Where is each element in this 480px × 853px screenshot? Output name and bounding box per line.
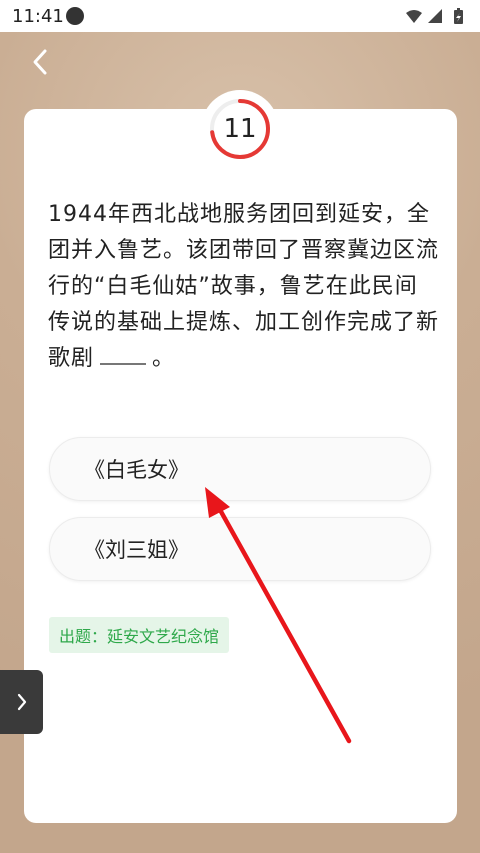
- battery-icon: [454, 8, 463, 24]
- answer-blank: [100, 341, 147, 365]
- answer-option-label: 《白毛女》: [84, 458, 189, 482]
- question-text-end: 。: [152, 346, 176, 371]
- question-source-tag: 出题：延安文艺纪念馆: [49, 617, 230, 653]
- side-panel-toggle[interactable]: [0, 670, 43, 734]
- countdown-timer: 11: [201, 90, 279, 168]
- signal-icon: [428, 9, 442, 23]
- chevron-right-icon: [17, 693, 26, 711]
- status-bar: 11:41: [0, 0, 480, 32]
- answer-option-1[interactable]: 《白毛女》: [49, 437, 431, 501]
- question-text: 1944年西北战地服务团回到延安，全团并入鲁艺。该团带回了晋察冀边区流行的“白毛…: [48, 197, 440, 377]
- chevron-left-icon: [33, 49, 47, 75]
- timer-value: 11: [223, 114, 257, 144]
- answer-option-2[interactable]: 《刘三姐》: [49, 517, 431, 581]
- answer-option-label: 《刘三姐》: [84, 538, 189, 562]
- wifi-icon: [406, 10, 422, 23]
- notification-dot-icon: [66, 7, 84, 25]
- status-time: 11:41: [12, 6, 64, 27]
- status-icons: [406, 8, 463, 24]
- back-button[interactable]: [22, 44, 58, 80]
